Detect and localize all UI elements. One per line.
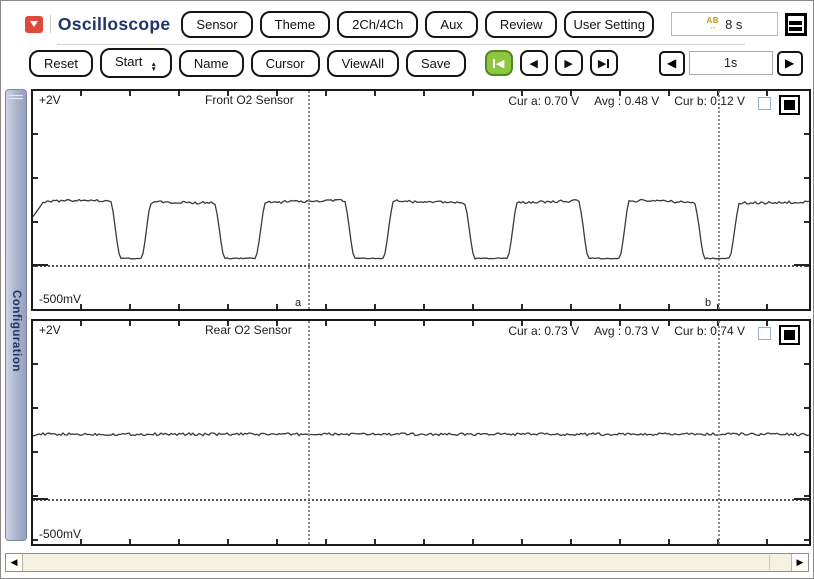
tab-highlight <box>9 98 23 99</box>
channel-2-title: Rear O2 Sensor <box>205 323 292 337</box>
cursor-button[interactable]: Cursor <box>251 50 320 77</box>
channel-1-color-button[interactable] <box>779 95 800 115</box>
cursor-b-reading: Cur b: 0.12 V <box>674 94 745 108</box>
ab-cursors-icon: AB ↔ <box>707 17 720 31</box>
range-bottom-label: -500mV <box>39 292 81 306</box>
range-top-label: +2V <box>39 93 61 107</box>
record-length-value: 8 s <box>725 17 742 32</box>
sensor-button[interactable]: Sensor <box>181 11 252 38</box>
up-down-spinner-icon: ▲▼ <box>150 62 156 72</box>
left-ticks <box>33 91 38 309</box>
record-dropdown-icon[interactable] <box>25 16 43 33</box>
ground-marker-right <box>794 498 809 500</box>
name-button[interactable]: Name <box>179 50 244 77</box>
color-swatch <box>784 100 795 110</box>
cursor-a-tag: a <box>295 297 301 309</box>
cursor-b-line[interactable] <box>718 321 720 544</box>
start-button[interactable]: Start▲▼ <box>100 48 172 78</box>
configuration-tab[interactable]: Configuration <box>5 89 27 541</box>
down-triangle-icon <box>30 21 38 27</box>
scroll-left-arrow[interactable]: ◀ <box>6 554 23 571</box>
reset-button[interactable]: Reset <box>29 50 93 77</box>
channel-2-color-button[interactable] <box>779 325 800 345</box>
cursor-b-reading: Cur b: 0.74 V <box>674 324 745 338</box>
oscilloscope-window: Oscilloscope Sensor Theme 2Ch/4Ch Aux Re… <box>0 0 814 579</box>
aux-button[interactable]: Aux <box>425 11 477 38</box>
menu-icon[interactable] <box>785 13 807 36</box>
cursor-a-reading: Cur a: 0.70 V <box>508 94 579 108</box>
timebase-increase-button[interactable]: ▶ <box>777 51 803 76</box>
cursor-a-reading: Cur a: 0.73 V <box>508 324 579 338</box>
save-button[interactable]: Save <box>406 50 466 77</box>
bottom-ticks <box>33 539 809 544</box>
channel-2-checkbox[interactable] <box>758 327 771 340</box>
ground-marker-right <box>794 264 809 266</box>
skip-to-start-button[interactable]: ◀ <box>485 50 513 76</box>
timebase-decrease-button[interactable]: ◀ <box>659 51 685 76</box>
channel-1-readings: Cur a: 0.70 V Avg : 0.48 V Cur b: 0.12 V <box>508 94 745 108</box>
control-toolbar: Reset Start▲▼ Name Cursor ViewAll Save ◀… <box>29 48 807 78</box>
skip-to-end-button[interactable]: ▶ <box>590 50 618 76</box>
ground-marker-left <box>33 498 48 500</box>
review-button[interactable]: Review <box>485 11 558 38</box>
step-back-button[interactable]: ◀ <box>520 50 548 76</box>
channel-2-panel: +2V Rear O2 Sensor Cur a: 0.73 V Avg : 0… <box>31 319 811 546</box>
cursor-b-tag: b <box>705 297 711 309</box>
channel-2-readings: Cur a: 0.73 V Avg : 0.73 V Cur b: 0.74 V <box>508 324 745 338</box>
average-reading: Avg : 0.73 V <box>594 324 659 338</box>
average-reading: Avg : 0.48 V <box>594 94 659 108</box>
cursor-a-line[interactable] <box>308 321 310 544</box>
right-ticks <box>804 91 809 309</box>
record-length-display[interactable]: AB ↔ 8 s <box>671 12 778 36</box>
viewall-button[interactable]: ViewAll <box>327 50 399 77</box>
scrollbar-thumb-edge <box>769 555 770 570</box>
timebase-stepper: ◀ 1s ▶ <box>659 51 803 76</box>
zero-reference-line <box>33 265 809 267</box>
channel-2-waveform <box>33 321 809 544</box>
channel-1-checkbox[interactable] <box>758 97 771 110</box>
skip-start-icon <box>493 59 495 68</box>
bottom-ticks <box>33 304 809 309</box>
timebase-value-field[interactable]: 1s <box>689 51 773 75</box>
channel-1-panel: +2V Front O2 Sensor Cur a: 0.70 V Avg : … <box>31 89 811 311</box>
channel-mode-button[interactable]: 2Ch/4Ch <box>337 11 418 38</box>
toolbar-divider <box>57 44 745 45</box>
color-swatch <box>784 330 795 340</box>
title-divider <box>50 15 51 33</box>
scroll-right-arrow[interactable]: ▶ <box>791 554 808 571</box>
tab-highlight <box>9 95 23 96</box>
user-setting-button[interactable]: User Setting <box>564 11 654 38</box>
ground-marker-left <box>33 264 48 266</box>
channel-1-waveform <box>33 91 809 309</box>
range-bottom-label: -500mV <box>39 527 81 541</box>
left-ticks <box>33 321 38 544</box>
page-title: Oscilloscope <box>58 14 171 35</box>
horizontal-scrollbar[interactable]: ◀ ▶ <box>5 553 809 572</box>
range-top-label: +2V <box>39 323 61 337</box>
configuration-tab-label: Configuration <box>10 290 22 372</box>
cursor-b-line[interactable] <box>718 91 720 309</box>
skip-end-icon <box>607 59 609 68</box>
theme-button[interactable]: Theme <box>260 11 330 38</box>
zero-reference-line <box>33 499 809 501</box>
step-forward-button[interactable]: ▶ <box>555 50 583 76</box>
cursor-a-line[interactable] <box>308 91 310 309</box>
right-ticks <box>804 321 809 544</box>
top-toolbar: Oscilloscope Sensor Theme 2Ch/4Ch Aux Re… <box>25 6 807 42</box>
channel-1-title: Front O2 Sensor <box>205 93 294 107</box>
